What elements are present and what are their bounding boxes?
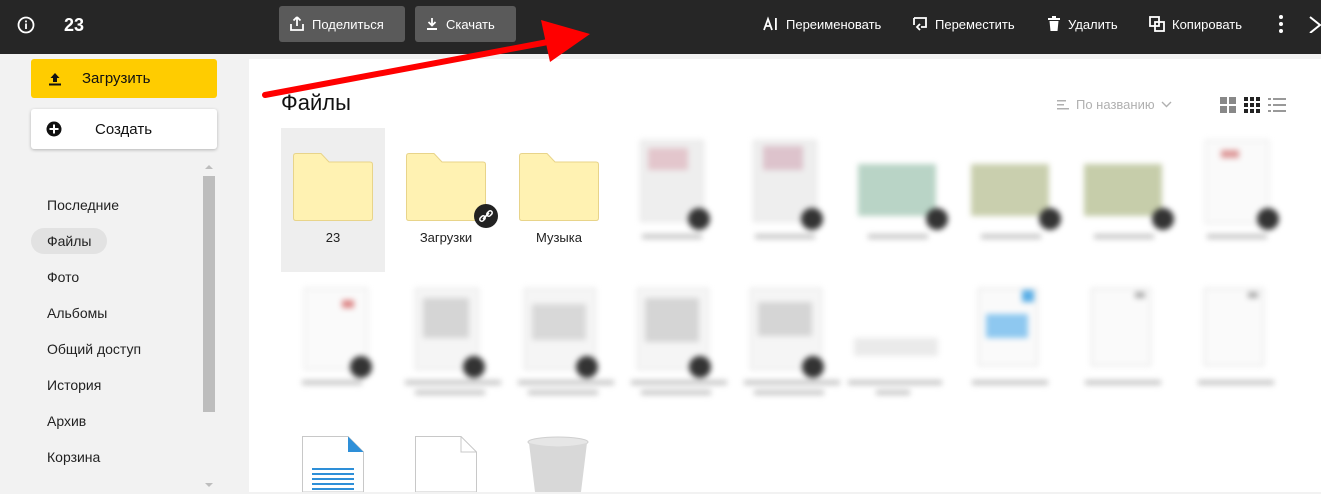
rename-button[interactable]: Переименовать — [763, 14, 881, 34]
scroll-up-icon[interactable] — [205, 164, 213, 170]
sidebar-item-history[interactable]: История — [31, 372, 117, 398]
copy-button[interactable]: Копировать — [1149, 14, 1242, 34]
list-view-icon[interactable] — [1268, 98, 1286, 112]
folder-icon — [519, 153, 599, 221]
file-thumbnail[interactable] — [1082, 136, 1182, 256]
file-thumbnail[interactable] — [630, 136, 730, 256]
share-button[interactable]: Поделиться — [279, 6, 405, 42]
delete-button[interactable]: Удалить — [1047, 14, 1118, 34]
view-switcher[interactable] — [1220, 96, 1286, 114]
download-icon — [427, 18, 437, 30]
file-thumbnail[interactable] — [846, 284, 946, 404]
small-tiles-view-icon[interactable] — [1244, 97, 1260, 113]
move-icon — [913, 17, 927, 31]
rename-icon — [763, 16, 777, 31]
scroll-down-icon[interactable] — [205, 482, 213, 488]
download-label: Скачать — [446, 16, 495, 32]
sort-label: По названию — [1076, 97, 1155, 112]
file-thumbnail[interactable] — [292, 284, 392, 404]
chevron-down-icon — [1161, 101, 1172, 108]
sort-dropdown[interactable]: По названию — [1057, 97, 1172, 112]
delete-label: Удалить — [1068, 16, 1118, 32]
sort-icon — [1057, 99, 1069, 109]
share-label: Поделиться — [312, 16, 384, 32]
folder-label: Загрузки — [419, 230, 473, 245]
file-thumbnail[interactable] — [518, 284, 618, 404]
text-document-icon[interactable] — [302, 436, 364, 492]
top-toolbar: 23 Поделиться Скачать Переименовать Пере… — [0, 0, 1321, 54]
page-title: Файлы — [281, 90, 351, 115]
sidebar-scrollbar[interactable] — [202, 164, 216, 494]
sidebar-item-archive[interactable]: Архив — [31, 408, 102, 434]
trash-bin-icon[interactable] — [526, 436, 590, 492]
file-thumbnail[interactable] — [743, 136, 843, 256]
scrollbar-thumb[interactable] — [203, 176, 215, 412]
blank-document-icon[interactable] — [415, 436, 477, 492]
create-button[interactable]: Создать — [31, 109, 217, 149]
copy-icon — [1149, 16, 1165, 32]
sidebar-item-photo[interactable]: Фото — [31, 264, 95, 290]
close-icon[interactable] — [1308, 15, 1321, 33]
share-icon — [290, 16, 304, 31]
download-button[interactable]: Скачать — [415, 6, 516, 42]
upload-label: Загрузить — [82, 70, 151, 87]
copy-label: Копировать — [1172, 16, 1242, 32]
sidebar-item-recent[interactable]: Последние — [31, 192, 135, 218]
sidebar-item-albums[interactable]: Альбомы — [31, 300, 123, 326]
trash-icon — [1048, 16, 1060, 31]
folder-label: Музыка — [536, 230, 582, 245]
file-thumbnail[interactable] — [1192, 284, 1292, 404]
create-label: Создать — [95, 120, 153, 138]
sidebar: Загрузить Создать Последние Файлы Фото А… — [0, 54, 232, 492]
file-thumbnail[interactable] — [744, 284, 844, 404]
file-thumbnail[interactable] — [405, 284, 505, 404]
folder-23[interactable]: 23 — [281, 128, 385, 272]
file-thumbnail[interactable] — [631, 284, 731, 404]
selected-count: 23 — [64, 15, 85, 35]
file-listing-panel — [249, 59, 1321, 492]
file-thumbnail[interactable] — [966, 284, 1066, 404]
file-thumbnail[interactable] — [856, 136, 956, 256]
sidebar-item-files[interactable]: Файлы — [31, 228, 108, 254]
folder-icon — [293, 153, 373, 221]
file-thumbnail[interactable] — [969, 136, 1069, 256]
large-tiles-view-icon[interactable] — [1220, 97, 1236, 113]
rename-label: Переименовать — [786, 16, 882, 32]
upload-icon — [49, 72, 61, 85]
folder-music[interactable]: Музыка — [507, 128, 611, 272]
folder-downloads[interactable]: Загрузки — [394, 128, 498, 272]
folder-label: 23 — [325, 230, 341, 245]
file-thumbnail[interactable] — [1195, 136, 1295, 256]
sidebar-item-trash[interactable]: Корзина — [31, 444, 116, 470]
file-thumbnail[interactable] — [1079, 284, 1179, 404]
shared-link-icon — [474, 204, 498, 228]
plus-circle-icon — [46, 121, 62, 137]
sidebar-item-shared[interactable]: Общий доступ — [31, 336, 157, 362]
info-icon[interactable] — [17, 16, 35, 34]
move-label: Переместить — [935, 16, 1015, 32]
upload-button[interactable]: Загрузить — [31, 59, 217, 98]
more-menu-icon[interactable] — [1276, 14, 1286, 34]
move-button[interactable]: Переместить — [912, 14, 1015, 34]
